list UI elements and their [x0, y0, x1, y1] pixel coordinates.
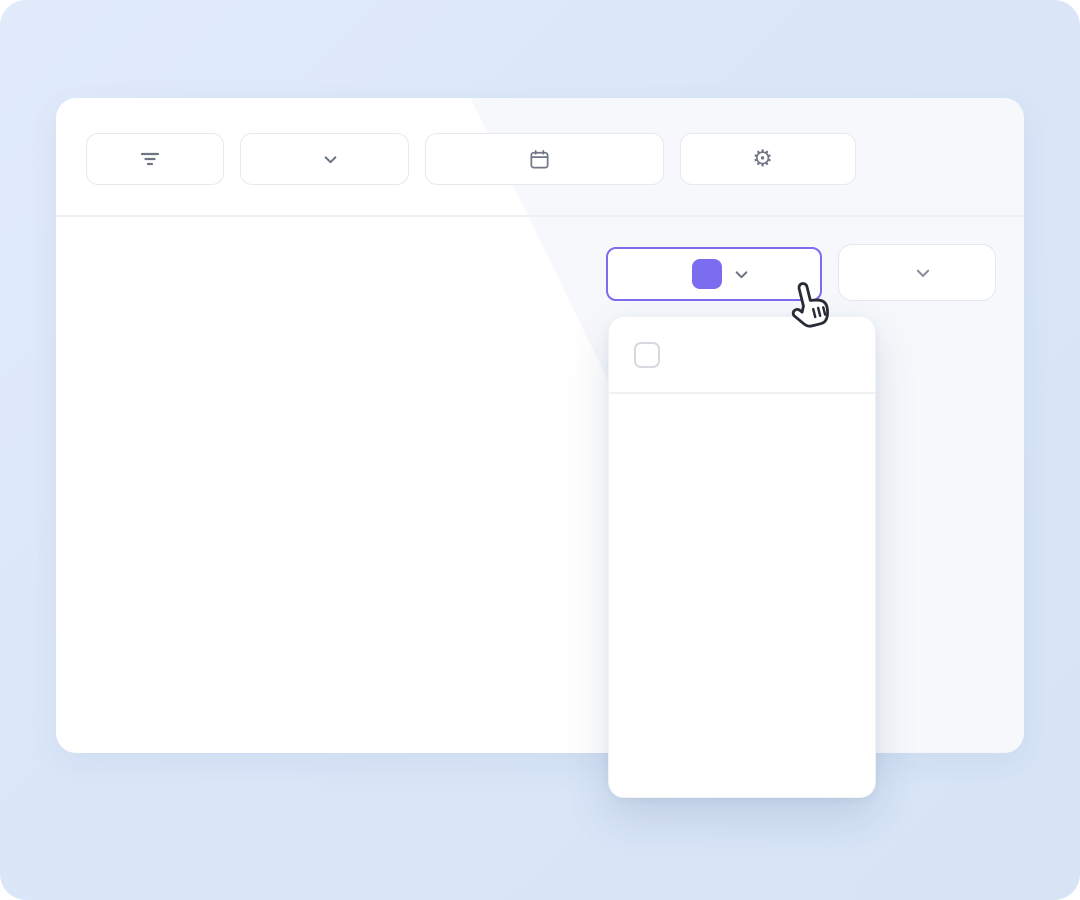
toolbar: ⚙	[86, 133, 856, 185]
toolbar-divider	[56, 215, 1024, 217]
date-range-button[interactable]	[425, 133, 664, 185]
calendar-icon	[528, 148, 551, 171]
screen: ⚙	[0, 0, 1080, 900]
chevron-down-icon	[915, 265, 931, 281]
custom-dropdown-button[interactable]	[240, 133, 409, 185]
filter-button[interactable]	[86, 133, 224, 185]
chevron-down-icon	[323, 152, 338, 167]
interval-dropdown-button[interactable]	[838, 244, 996, 301]
chevron-down-icon	[734, 267, 749, 282]
group-by-count-badge	[692, 259, 722, 289]
dropdown-option-ungrouped[interactable]	[609, 339, 875, 371]
ungrouped-checkbox[interactable]	[634, 342, 660, 368]
gear-icon: ⚙	[752, 148, 773, 171]
group-by-button[interactable]	[606, 247, 822, 301]
group-by-dropdown-panel	[608, 316, 876, 798]
dropdown-divider	[609, 392, 875, 394]
filter-icon	[139, 148, 161, 170]
settings-button[interactable]: ⚙	[680, 133, 856, 185]
